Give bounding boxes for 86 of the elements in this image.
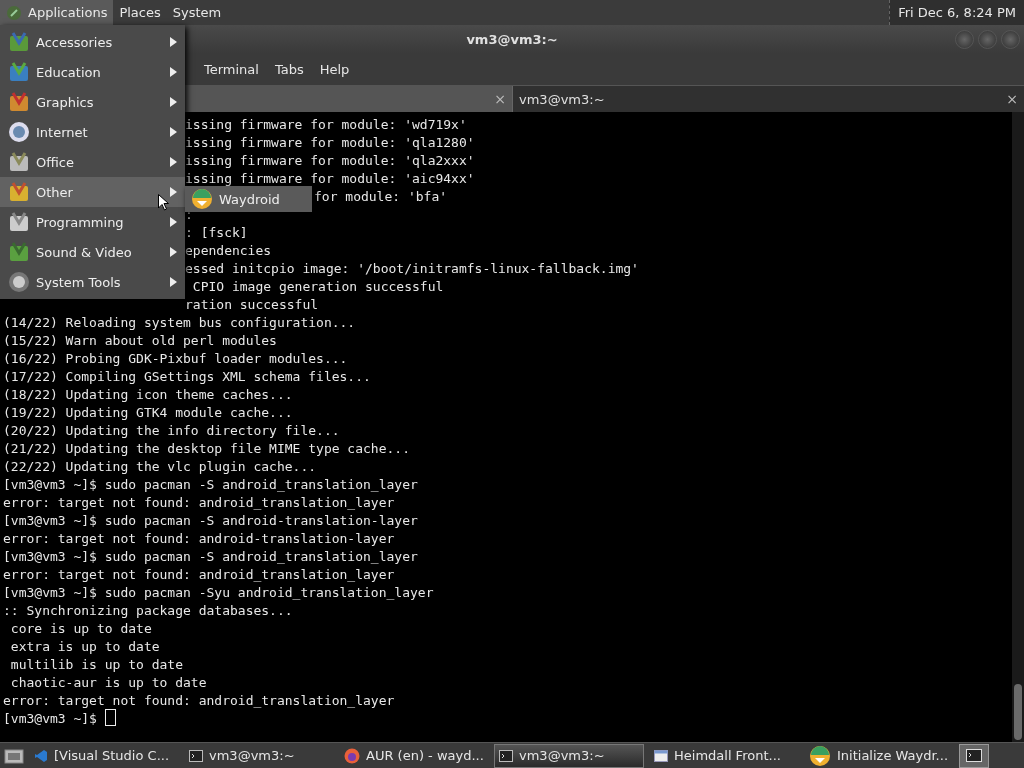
- submenu-arrow-icon: [170, 277, 177, 287]
- submenu-arrow-icon: [170, 37, 177, 47]
- submenu-arrow-icon: [170, 157, 177, 167]
- window-icon: [654, 749, 668, 762]
- terminal-line: (14/22) Reloading system bus configuration...: [3, 315, 356, 330]
- window-title: vm3@vm3:~: [466, 31, 558, 47]
- terminal-line: [vm3@vm3 ~]$ sudo pacman -Syu android_translation_layer: [3, 585, 434, 600]
- taskbar-item[interactable]: Heimdall Front...: [649, 743, 799, 768]
- panel-menu[interactable]: Places: [113, 0, 167, 25]
- terminal-launcher-button[interactable]: [959, 743, 989, 768]
- close-button[interactable]: [1001, 29, 1020, 49]
- taskbar-item[interactable]: vm3@vm3:~: [184, 743, 334, 768]
- minimize-button[interactable]: [955, 29, 974, 49]
- terminal-line: error: target not found: android_translation_layer: [3, 693, 395, 708]
- waydroid-icon: [809, 744, 831, 767]
- menu-category[interactable]: Other: [0, 177, 185, 207]
- terminal-line: issing firmware for module: 'qla2xxx': [185, 153, 475, 168]
- terminal-line: : [fsck]: [185, 225, 248, 240]
- submenu-arrow-icon: [170, 187, 177, 197]
- taskbar-item[interactable]: vm3@vm3:~: [494, 743, 644, 768]
- terminal-line: ependencies: [185, 243, 272, 258]
- close-tab-icon[interactable]: ×: [1006, 91, 1018, 107]
- close-tab-icon[interactable]: ×: [494, 91, 506, 107]
- menu-category[interactable]: System Tools: [0, 267, 185, 297]
- menu-category[interactable]: Accessories: [0, 27, 185, 57]
- terminal-line: error: target not found: android-translation-layer: [3, 531, 395, 546]
- scrollbar[interactable]: [1012, 112, 1024, 742]
- submenu-arrow-icon: [170, 67, 177, 77]
- terminal-line: (17/22) Compiling GSettings XML schema files...: [3, 369, 371, 384]
- terminal-line: [vm3@vm3 ~]$ sudo pacman -S android-translation-layer: [3, 513, 418, 528]
- terminal-line: (15/22) Warn about old perl modules: [3, 333, 277, 348]
- menu-item[interactable]: Waydroid: [185, 186, 312, 212]
- menu-category[interactable]: Education: [0, 57, 185, 87]
- terminal-line: chaotic-aur is up to date: [9, 675, 207, 690]
- menu-category[interactable]: Sound & Video: [0, 237, 185, 267]
- distro-logo-icon: [6, 4, 22, 21]
- menu-item[interactable]: Help: [313, 59, 356, 79]
- terminal-line: error: target not found: android_translation_layer: [3, 495, 395, 510]
- taskbar-item[interactable]: [Visual Studio C...: [29, 743, 179, 768]
- terminal-line: issing firmware for module: 'qla1280': [185, 135, 475, 150]
- terminal-line: (20/22) Updating the info directory file...: [3, 423, 340, 438]
- terminal-line: ration successful: [185, 297, 319, 312]
- taskbar-item[interactable]: AUR (en) - wayd...: [339, 743, 489, 768]
- terminal-tab[interactable]: vm3@vm3:~ ×: [512, 86, 1024, 112]
- globe-icon: [8, 121, 30, 143]
- terminal-line: :: Synchronizing package databases...: [3, 603, 293, 618]
- panel-menu[interactable]: Applications: [0, 0, 114, 25]
- menu-category[interactable]: Internet: [0, 117, 185, 147]
- terminal-line: issing firmware for module: 'aic94xx': [185, 171, 475, 186]
- terminal-line: [vm3@vm3 ~]$: [3, 711, 98, 726]
- menu-category[interactable]: Programming: [0, 207, 185, 237]
- terminal-line: error: target not found: android_translation_layer: [3, 567, 395, 582]
- submenu-arrow-icon: [170, 217, 177, 227]
- maximize-button[interactable]: [978, 29, 997, 49]
- terminal-line: (18/22) Updating icon theme caches...: [3, 387, 293, 402]
- terminal-icon: [499, 749, 513, 762]
- menu-item[interactable]: Terminal: [198, 59, 265, 79]
- taskbar-item[interactable]: Initialize Waydr...: [804, 743, 954, 768]
- terminal-line: for module: 'bfa': [314, 189, 448, 204]
- panel-menu[interactable]: System: [166, 0, 228, 25]
- submenu-arrow-icon: [170, 127, 177, 137]
- text-cursor: [104, 709, 116, 726]
- submenu-arrow-icon: [170, 247, 177, 257]
- code-editor-icon: [34, 748, 48, 763]
- terminal-line: [vm3@vm3 ~]$ sudo pacman -S android_translation_layer: [3, 477, 418, 492]
- terminal-line: issing firmware for module: 'wd719x': [185, 117, 467, 132]
- terminal-line: extra is up to date: [9, 639, 160, 654]
- clock[interactable]: Fri Dec 6, 8:24 PM: [889, 0, 1024, 25]
- terminal-icon: [189, 749, 203, 762]
- terminal-line: multilib is up to date: [9, 657, 183, 672]
- browser-icon: [344, 747, 360, 764]
- menu-item[interactable]: Tabs: [268, 59, 310, 79]
- terminal-line: CPIO image generation successful: [191, 279, 444, 294]
- terminal-line: (21/22) Updating the desktop file MIME type cache...: [3, 441, 410, 456]
- waydroid-icon: [191, 188, 213, 210]
- terminal-line: [vm3@vm3 ~]$ sudo pacman -S android_translation_layer: [3, 549, 418, 564]
- menu-category[interactable]: Office: [0, 147, 185, 177]
- terminal-line: core is up to date: [9, 621, 152, 636]
- submenu-arrow-icon: [170, 97, 177, 107]
- terminal-line: (19/22) Updating GTK4 module cache...: [3, 405, 293, 420]
- terminal-line: (16/22) Probing GDK-Pixbuf loader modules...: [3, 351, 348, 366]
- terminal-icon: [966, 749, 982, 762]
- show-desktop-icon[interactable]: [4, 747, 24, 764]
- mouse-pointer-icon: [158, 194, 169, 211]
- terminal-line: essed initcpio image: '/boot/initramfs-linux-fallback.img': [185, 261, 639, 276]
- terminal-line: (22/22) Updating the vlc plugin cache...: [3, 459, 317, 474]
